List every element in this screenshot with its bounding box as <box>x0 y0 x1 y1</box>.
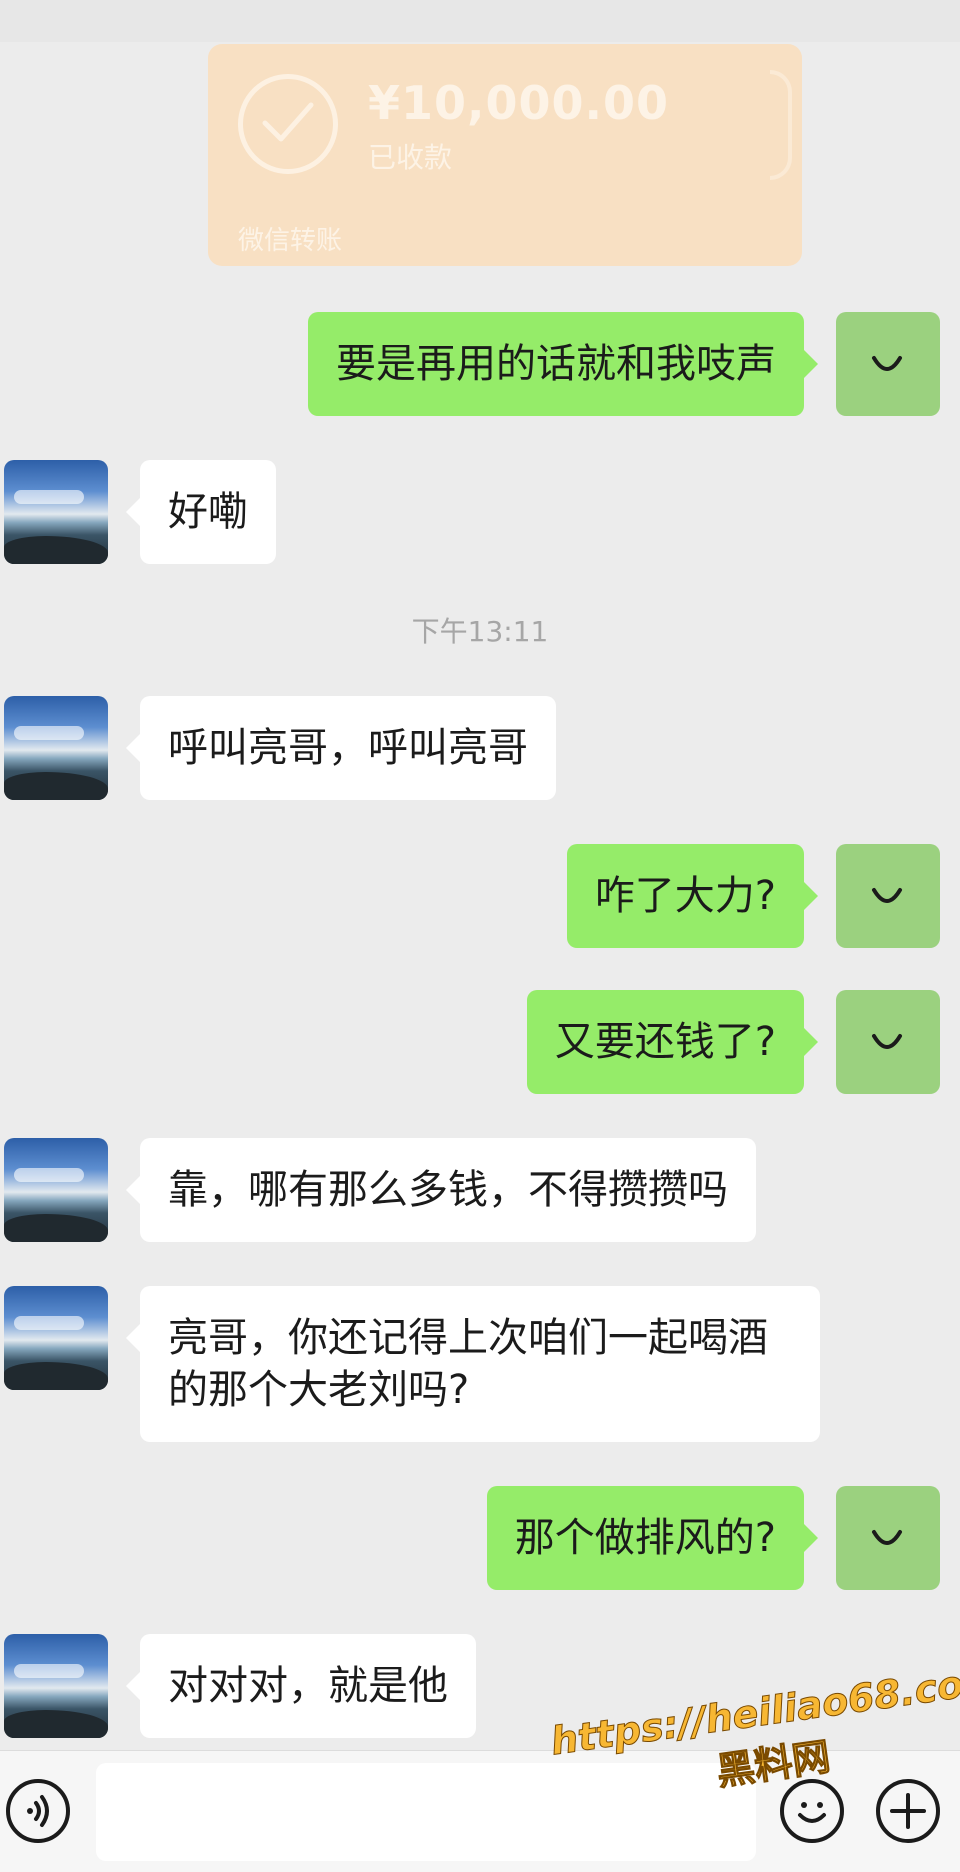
check-icon <box>238 74 338 174</box>
message-bubble-in[interactable]: 对对对，就是他 <box>126 1634 476 1738</box>
contact-avatar[interactable] <box>4 1286 108 1390</box>
transfer-amount: ¥10,000.00 <box>368 76 670 130</box>
my-avatar[interactable] <box>836 844 940 948</box>
message-bubble-out[interactable]: 要是再用的话就和我吱声 <box>308 312 818 416</box>
transfer-card-decoration <box>770 70 792 180</box>
message-bubble-out[interactable]: 那个做排风的? <box>486 1486 819 1590</box>
transfer-label: 微信转账 <box>238 226 343 256</box>
message-bubble-in[interactable]: 靠，哪有那么多钱，不得攒攒吗 <box>126 1138 756 1242</box>
my-avatar[interactable] <box>836 990 940 1094</box>
message-bubble-in[interactable]: 好嘞 <box>126 460 276 564</box>
contact-avatar[interactable] <box>4 460 108 564</box>
message-bubble-out[interactable]: 又要还钱了? <box>526 990 819 1094</box>
message-bubble-out[interactable]: 咋了大力? <box>566 844 819 948</box>
message-bubble-in[interactable]: 亮哥，你还记得上次咱们一起喝酒的那个大老刘吗? <box>126 1286 820 1442</box>
my-avatar[interactable] <box>836 1486 940 1590</box>
transfer-status: 已收款 <box>368 141 453 174</box>
message-timestamp: 下午13:11 <box>411 615 549 648</box>
transfer-card[interactable]: ¥10,000.00 已收款 微信转账 <box>208 44 802 266</box>
contact-avatar[interactable] <box>4 1634 108 1738</box>
chat-header-strip <box>0 0 960 42</box>
contact-avatar[interactable] <box>4 1138 108 1242</box>
my-avatar[interactable] <box>836 312 940 416</box>
contact-avatar[interactable] <box>4 696 108 800</box>
voice-icon[interactable] <box>6 1779 70 1843</box>
message-bubble-in[interactable]: 呼叫亮哥，呼叫亮哥 <box>126 696 556 800</box>
